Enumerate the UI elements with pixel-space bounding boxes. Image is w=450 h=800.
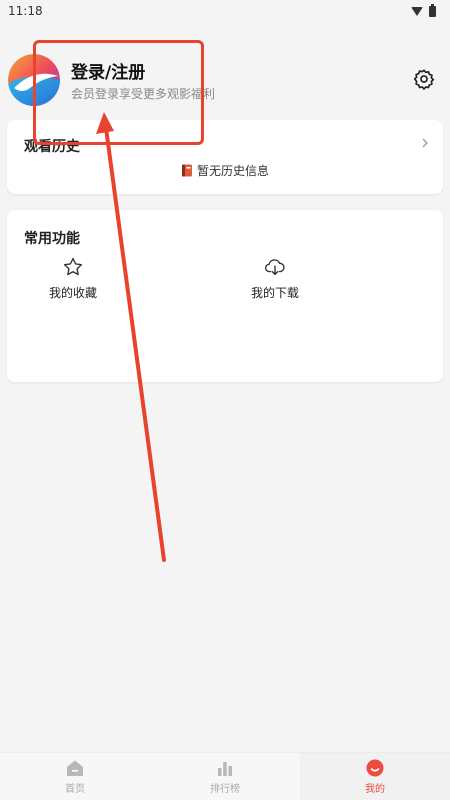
common-functions-title: 常用功能 xyxy=(24,231,80,247)
login-register-link[interactable]: 登录/注册 xyxy=(71,58,145,83)
profile-header: 登录/注册 会员登录享受更多观影福利 xyxy=(0,50,450,112)
status-time: 11:18 xyxy=(8,4,43,18)
bottom-tab-bar: 首页 排行榜 我的 xyxy=(0,752,450,800)
downloads-label: 我的下载 xyxy=(250,286,299,300)
history-empty-text: 暂无历史信息 xyxy=(196,164,269,178)
star-icon xyxy=(63,257,83,276)
tab-home[interactable]: 首页 xyxy=(0,753,150,800)
favorites-label: 我的收藏 xyxy=(48,286,97,300)
cloud-download-icon xyxy=(264,259,285,276)
tab-ranking-label: 排行榜 xyxy=(210,784,240,795)
home-icon xyxy=(67,760,83,776)
wifi-icon xyxy=(411,6,423,16)
status-icons xyxy=(411,3,436,17)
book-icon xyxy=(181,164,192,177)
tab-ranking[interactable]: 排行榜 xyxy=(150,753,300,800)
watch-history-card[interactable]: 观看历史 暂无历史信息 xyxy=(7,120,443,194)
bar-chart-icon xyxy=(218,762,232,776)
tab-mine-label: 我的 xyxy=(365,784,385,795)
downloads-button[interactable]: 我的下载 xyxy=(230,256,320,301)
battery-icon xyxy=(429,3,436,17)
app-logo-icon xyxy=(8,54,60,106)
smile-icon xyxy=(366,759,384,777)
tab-home-label: 首页 xyxy=(65,784,85,795)
history-empty-state: 暂无历史信息 xyxy=(7,162,443,179)
watch-history-title: 观看历史 xyxy=(24,139,80,155)
status-bar: 11:18 xyxy=(0,0,450,22)
login-subtitle: 会员登录享受更多观影福利 xyxy=(71,87,216,101)
gear-icon[interactable] xyxy=(413,68,435,90)
chevron-right-icon xyxy=(422,138,428,148)
common-functions-card: 常用功能 我的收藏 我的下载 xyxy=(7,210,443,382)
avatar[interactable] xyxy=(8,54,60,106)
favorites-button[interactable]: 我的收藏 xyxy=(28,256,118,301)
tab-mine[interactable]: 我的 xyxy=(300,753,450,800)
